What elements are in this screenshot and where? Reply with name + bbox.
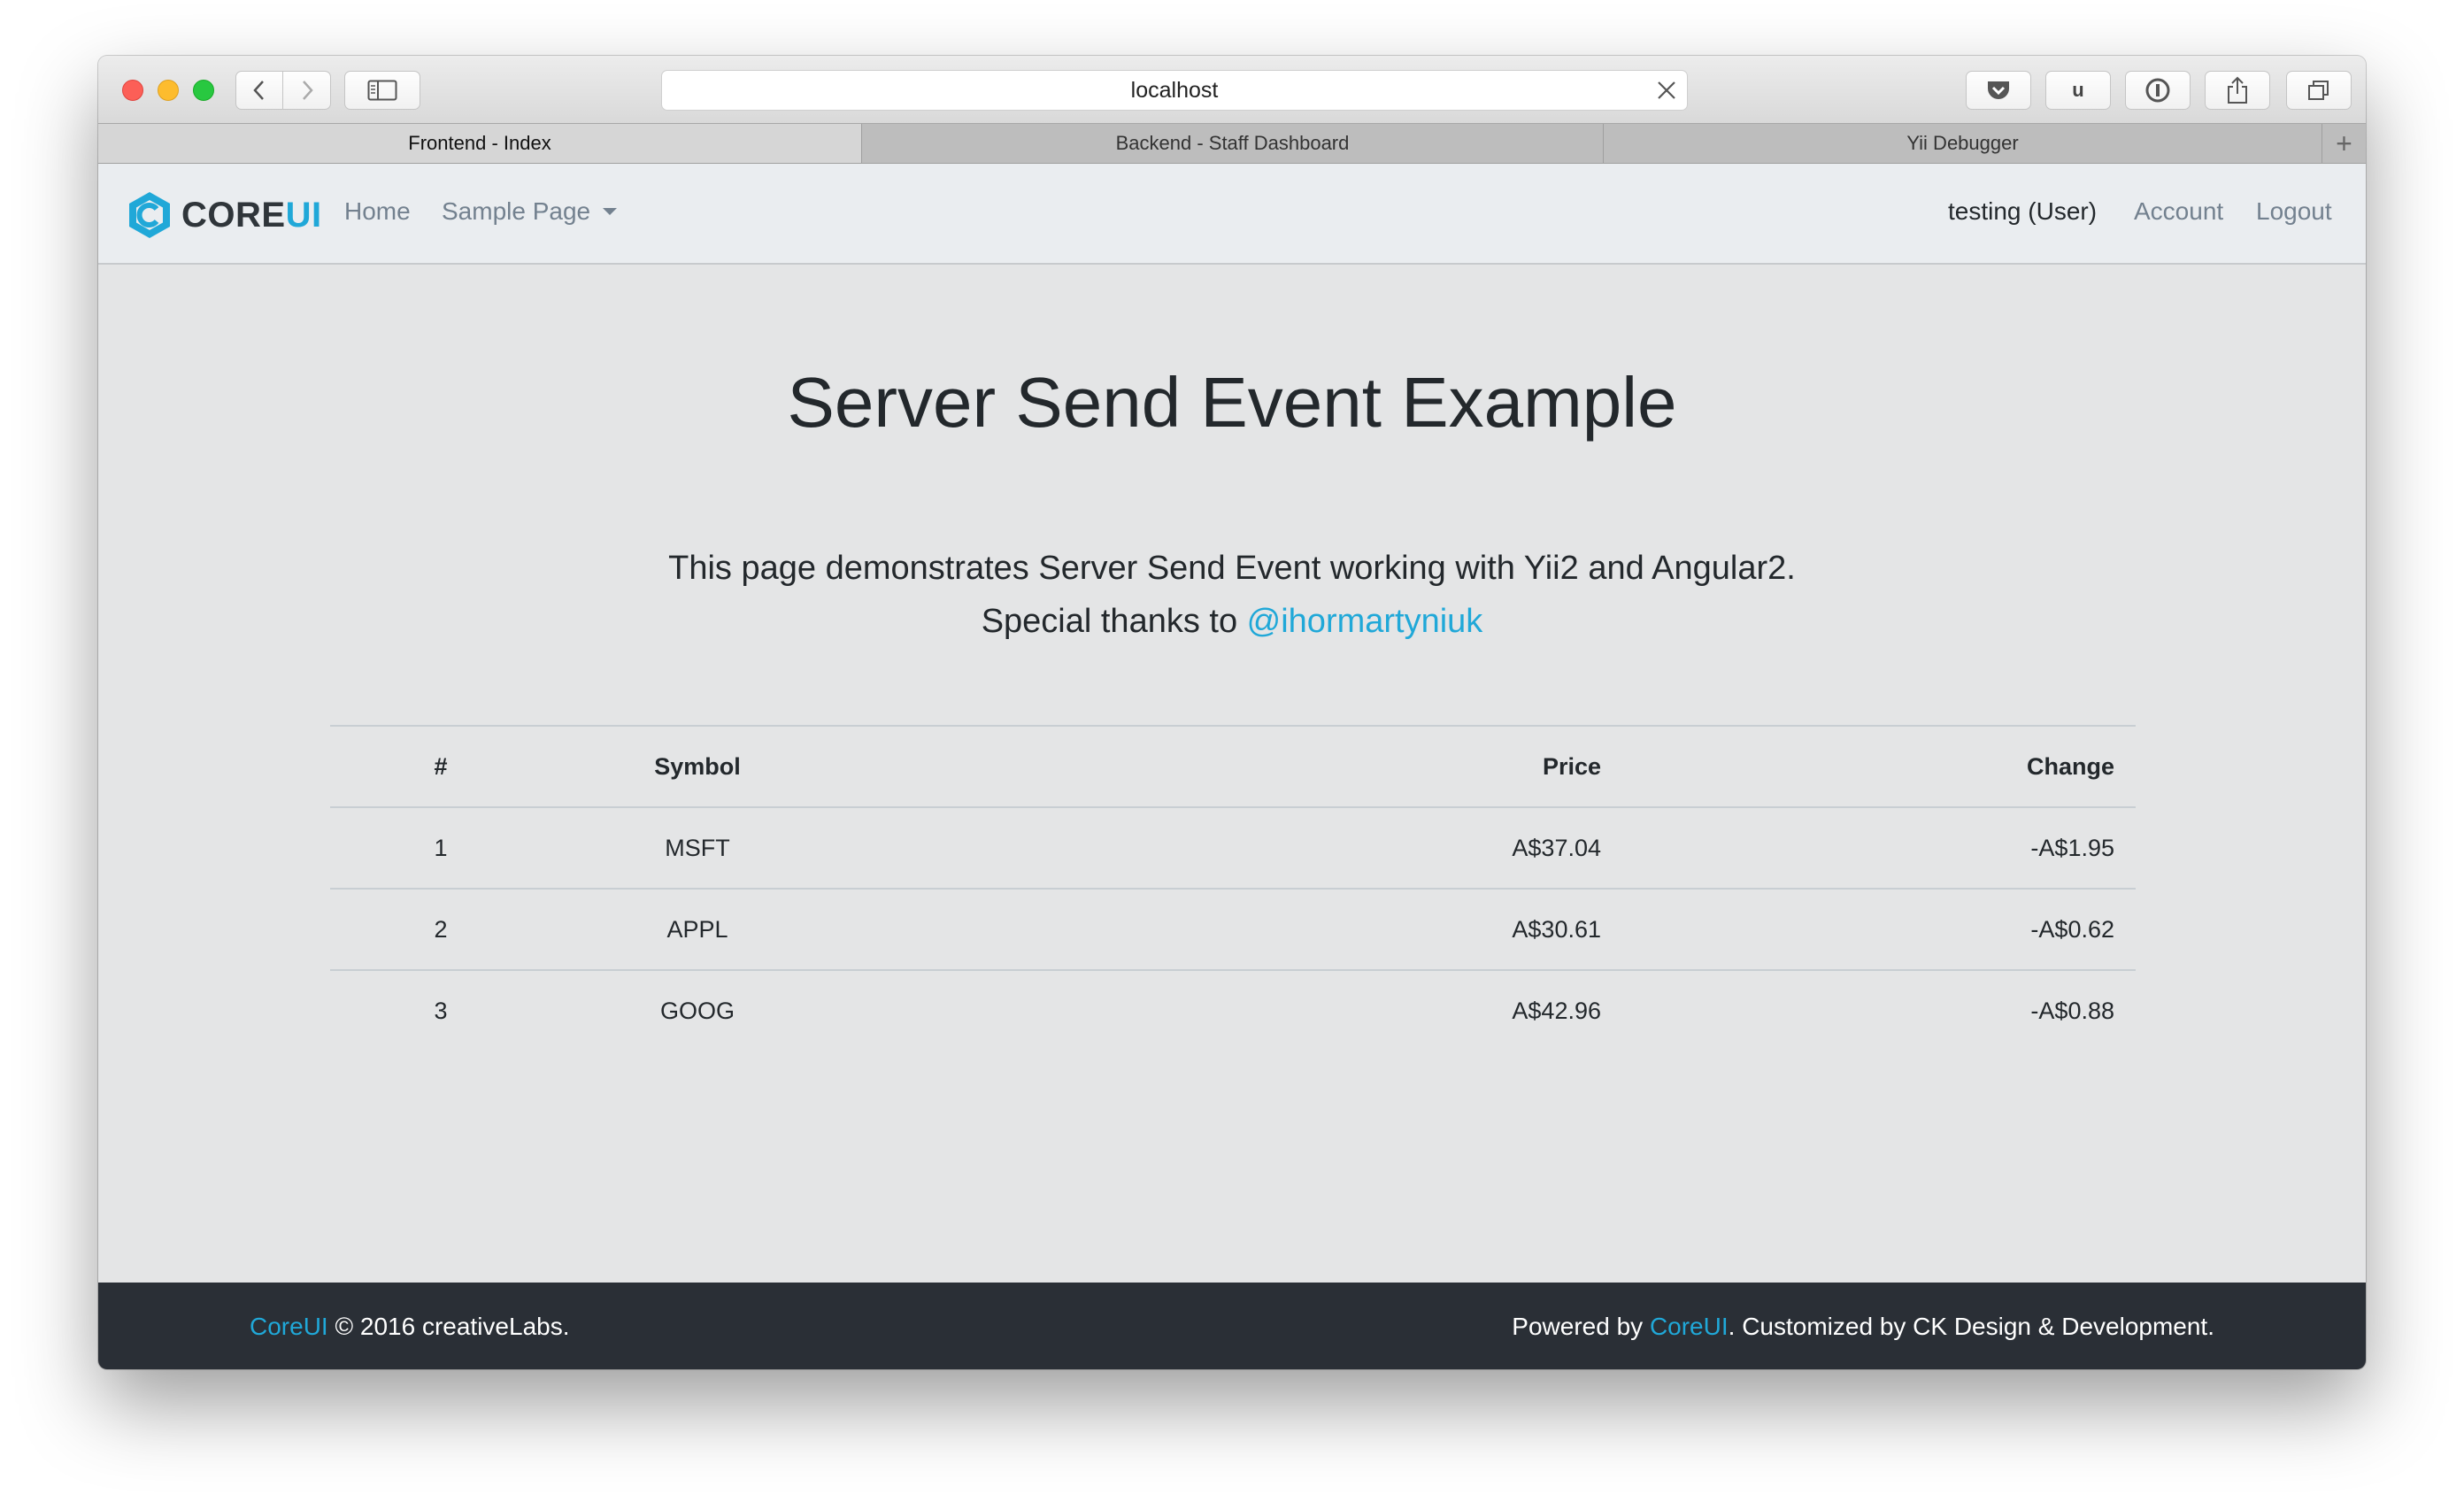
cell-price: A$37.04 — [843, 806, 1622, 889]
tab-bar: Frontend - Index Backend - Staff Dashboa… — [98, 123, 2366, 164]
nav-home-label: Home — [344, 197, 411, 225]
table-header-row: # Symbol Price Change — [330, 725, 2136, 807]
pocket-icon — [1988, 81, 2009, 99]
table-row: 3 GOOG A$42.96 -A$0.88 — [330, 969, 2136, 1052]
lead-text: This page demonstrates Server Send Event… — [668, 550, 1796, 587]
tab-backend-staff-dashboard[interactable]: Backend - Staff Dashboard — [862, 124, 1604, 163]
author-link[interactable]: @ihormartyniuk — [1247, 603, 1483, 640]
thanks-prefix: Special thanks to — [981, 603, 1247, 640]
tab-label: Backend - Staff Dashboard — [1115, 132, 1350, 154]
coreui-logo-icon — [129, 192, 170, 238]
table-row: 1 MSFT A$37.04 -A$1.95 — [330, 806, 2136, 889]
chevron-right-icon — [302, 81, 313, 100]
cell-symbol: MSFT — [551, 806, 843, 889]
onepassword-icon — [2145, 78, 2170, 103]
tab-frontend-index[interactable]: Frontend - Index — [98, 124, 862, 163]
footer-powered-prefix: Powered by — [1512, 1313, 1650, 1340]
tab-label: Yii Debugger — [1906, 132, 2019, 154]
footer-copyright-text: © 2016 creativeLabs. — [327, 1313, 570, 1340]
sidebar-toggle-button[interactable] — [344, 71, 420, 110]
password-manager-button[interactable] — [2125, 71, 2191, 110]
thanks-text: Special thanks to @ihormartyniuk — [98, 603, 2366, 641]
footer-powered-link[interactable]: CoreUI — [1650, 1313, 1729, 1340]
title-bar: localhost u — [98, 56, 2366, 123]
footer-credits: Powered by CoreUI. Customized by CK Desi… — [1512, 1313, 2214, 1341]
app-navbar: COREUI Home Sample Page testing (User) A… — [98, 164, 2366, 265]
nav-logout-label: Logout — [2256, 197, 2332, 225]
share-button[interactable] — [2205, 71, 2270, 110]
tab-label: Frontend - Index — [408, 132, 551, 154]
current-user-label: testing (User) — [1948, 197, 2097, 226]
ublock-extension-button[interactable]: u — [2045, 71, 2111, 110]
app-footer: CoreUI © 2016 creativeLabs. Powered by C… — [98, 1283, 2366, 1369]
column-header-number: # — [330, 725, 551, 807]
nav-sample-page-label: Sample Page — [442, 197, 591, 225]
cell-number: 3 — [330, 969, 551, 1052]
tab-overview-button[interactable] — [2286, 71, 2352, 110]
table-row: 2 APPL A$30.61 -A$0.62 — [330, 888, 2136, 970]
nav-logout-link[interactable]: Logout — [2256, 197, 2332, 226]
main-content: Server Send Event Example This page demo… — [98, 265, 2366, 1160]
column-header-change: Change — [1622, 725, 2136, 807]
caret-down-icon — [603, 208, 618, 215]
nav-home-link[interactable]: Home — [344, 197, 411, 226]
cell-symbol: GOOG — [551, 969, 843, 1052]
close-icon[interactable] — [1655, 79, 1678, 102]
plus-icon: + — [2336, 127, 2352, 159]
ublock-icon: u — [2072, 79, 2084, 101]
cell-price: A$30.61 — [843, 888, 1622, 970]
nav-sample-page-dropdown[interactable]: Sample Page — [442, 197, 618, 226]
cell-change: -A$1.95 — [1622, 806, 2136, 889]
brand-text: COREUI — [181, 196, 322, 235]
column-header-symbol: Symbol — [551, 725, 843, 807]
brand-ui: UI — [285, 195, 322, 235]
stock-table: # Symbol Price Change 1 MSFT A$37.04 -A$… — [330, 725, 2136, 1052]
address-bar[interactable]: localhost — [661, 70, 1688, 111]
zoom-window-button[interactable] — [193, 80, 214, 101]
brand-core: CORE — [181, 195, 286, 235]
cell-symbol: APPL — [551, 888, 843, 970]
nav-account-label: Account — [2134, 197, 2224, 225]
cell-change: -A$0.62 — [1622, 888, 2136, 970]
footer-copyright: CoreUI © 2016 creativeLabs. — [250, 1313, 570, 1341]
sidebar-icon — [367, 80, 397, 101]
tab-yii-debugger[interactable]: Yii Debugger — [1604, 124, 2322, 163]
browser-window: localhost u Frontend - Index Backend - S… — [98, 56, 2366, 1369]
footer-coreui-link[interactable]: CoreUI — [250, 1313, 328, 1340]
brand-logo[interactable]: COREUI — [125, 190, 322, 240]
url-text: localhost — [1130, 77, 1219, 103]
cell-price: A$42.96 — [843, 969, 1622, 1052]
nav-account-link[interactable]: Account — [2134, 197, 2223, 226]
close-window-button[interactable] — [122, 80, 143, 101]
cell-number: 1 — [330, 806, 551, 889]
column-header-price: Price — [843, 725, 1622, 807]
share-icon — [2228, 76, 2247, 104]
new-tab-button[interactable]: + — [2322, 124, 2366, 163]
chevron-left-icon — [253, 81, 264, 100]
minimize-window-button[interactable] — [158, 80, 179, 101]
cell-number: 2 — [330, 888, 551, 970]
user-name: testing (User) — [1948, 197, 2098, 225]
back-button[interactable] — [235, 71, 283, 110]
forward-button[interactable] — [283, 71, 331, 110]
page-title: Server Send Event Example — [787, 363, 1677, 442]
footer-customized-text: . Customized by CK Design & Development. — [1728, 1313, 2214, 1340]
cell-change: -A$0.88 — [1622, 969, 2136, 1052]
pocket-extension-button[interactable] — [1966, 71, 2031, 110]
tabs-icon — [2308, 81, 2329, 100]
